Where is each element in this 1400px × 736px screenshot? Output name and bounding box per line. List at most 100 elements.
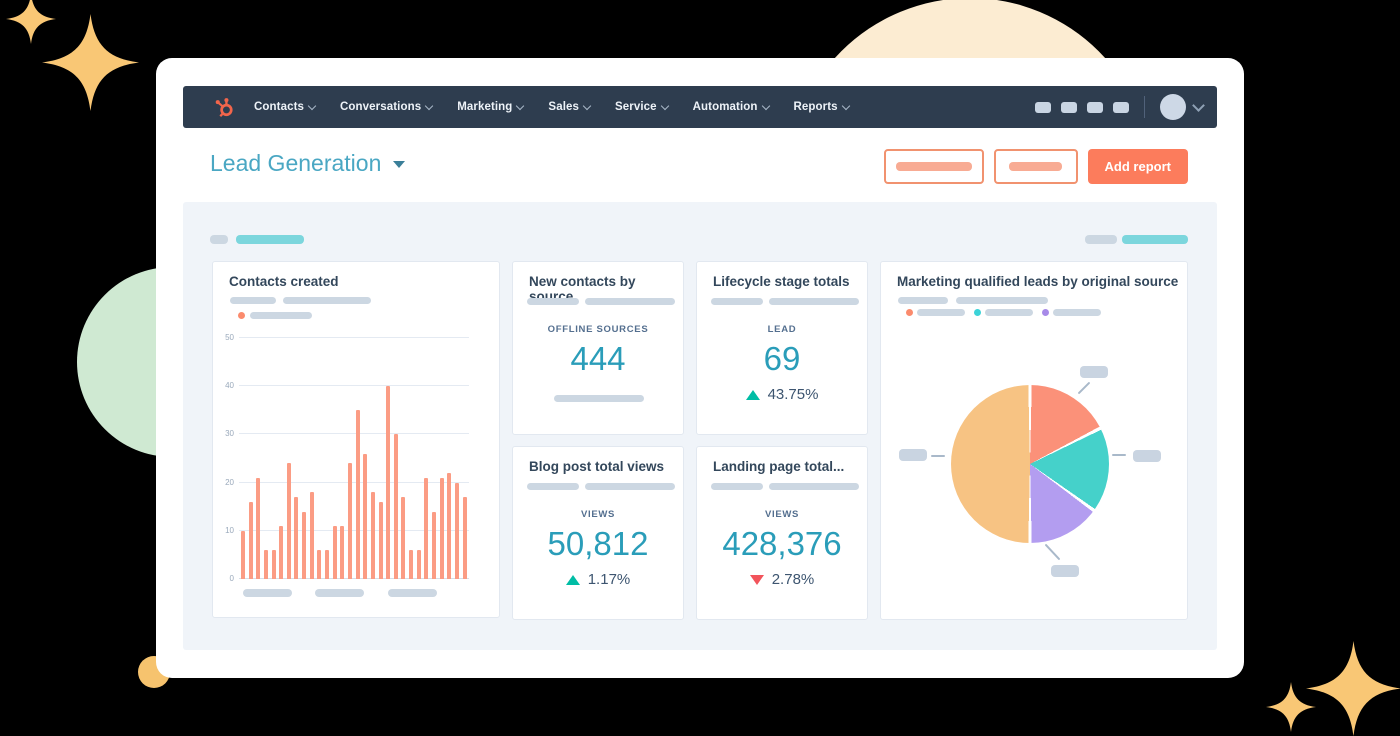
legend-label-placeholder	[985, 309, 1033, 316]
delta: 1.17%	[513, 571, 683, 588]
subtitle-placeholder	[230, 297, 276, 304]
card-mql-pie: Marketing qualified leads by original so…	[880, 261, 1188, 620]
dashboard-panel: Contacts created 0 10 20 30 40 50 New contact…	[183, 202, 1217, 650]
nav-item-automation[interactable]: Automation	[693, 101, 770, 113]
delta-down-icon	[749, 574, 764, 585]
nav-item-sales[interactable]: Sales	[548, 101, 592, 113]
card-landing-views: Landing page total... VIEWS 428,376 2.78…	[696, 446, 868, 620]
bar	[256, 477, 261, 579]
pie-callout-line	[931, 455, 945, 457]
bar	[370, 492, 375, 579]
pie-callout-placeholder	[899, 449, 927, 461]
bar	[286, 463, 291, 579]
bar	[439, 477, 444, 579]
metric-label: VIEWS	[764, 509, 800, 520]
subtitle-placeholder	[956, 297, 1048, 304]
nav-icon-placeholder[interactable]	[1061, 101, 1077, 113]
delta-up-icon	[745, 389, 760, 400]
y-tick-label: 0	[229, 574, 234, 583]
metric-value: 444	[570, 340, 626, 377]
nav-item-reports[interactable]: Reports	[793, 101, 850, 113]
nav-item-label: Reports	[793, 101, 838, 113]
bar	[241, 530, 245, 579]
subtitle-placeholder	[769, 483, 859, 490]
nav-icon-placeholder[interactable]	[1113, 101, 1129, 113]
stage: Contacts Conversations Marketing Sales Servi…	[0, 0, 1400, 736]
avatar[interactable]	[1160, 94, 1186, 120]
nav-item-conversations[interactable]: Conversations	[340, 101, 434, 113]
metric-label: LEAD	[767, 324, 797, 335]
bar	[462, 497, 467, 579]
toolbar-button-placeholder-1[interactable]	[883, 149, 984, 184]
card-title: Lifecycle stage totals	[713, 274, 850, 289]
bar	[340, 525, 345, 579]
filter-placeholder	[210, 235, 228, 244]
pie-callout-placeholder	[1080, 366, 1108, 378]
hubspot-logo-icon[interactable]	[211, 94, 238, 121]
delta-up-icon	[565, 574, 580, 585]
header-buttons: Add report	[883, 149, 1188, 184]
chevron-down-icon	[307, 101, 317, 111]
card-title: Landing page total...	[713, 459, 845, 474]
bar	[378, 501, 383, 579]
bar	[302, 511, 307, 579]
chevron-down-icon	[660, 101, 669, 111]
pie-legend	[906, 309, 1110, 316]
dashboard-title-dropdown[interactable]: Lead Generation	[210, 150, 406, 177]
add-report-button[interactable]: Add report	[1087, 149, 1188, 184]
filter-placeholder	[1122, 235, 1188, 244]
subtitle-placeholder	[711, 298, 763, 305]
chevron-down-icon	[582, 101, 592, 111]
nav-item-label: Contacts	[254, 101, 305, 113]
metric-label: OFFLINE SOURCES	[547, 324, 649, 335]
toolbar-button-placeholder-2[interactable]	[993, 149, 1078, 184]
bar	[271, 550, 276, 579]
page-title: Lead Generation	[210, 150, 382, 176]
x-axis-label-placeholder	[315, 589, 364, 597]
legend-dot	[906, 309, 913, 316]
nav-item-label: Service	[614, 101, 657, 113]
card-lifecycle: Lifecycle stage totals LEAD 69 43.75%	[696, 261, 868, 435]
metric-value: 428,376	[722, 525, 842, 562]
top-nav: Contacts Conversations Marketing Sales Servi…	[183, 86, 1217, 128]
y-tick-label: 50	[225, 333, 234, 342]
subtitle-placeholder	[527, 483, 579, 490]
app-window: Contacts Conversations Marketing Sales Servi…	[156, 58, 1244, 678]
nav-item-service[interactable]: Service	[614, 101, 669, 113]
nav-icon-placeholder[interactable]	[1087, 101, 1103, 113]
metric-value: 50,812	[547, 525, 649, 562]
legend-dot	[974, 309, 981, 316]
nav-icon-placeholder[interactable]	[1035, 101, 1051, 113]
bar	[317, 550, 322, 579]
legend-item	[906, 309, 965, 316]
chevron-down-icon	[516, 101, 525, 111]
subtitle-placeholder	[585, 483, 675, 490]
bar	[409, 550, 414, 579]
bar	[424, 477, 429, 579]
chevron-down-icon	[841, 101, 850, 111]
subtitle-placeholder	[283, 297, 371, 304]
pie-callout-placeholder	[1051, 565, 1079, 577]
nav-item-marketing[interactable]: Marketing	[457, 101, 525, 113]
filter-placeholder	[236, 235, 304, 244]
bar	[279, 525, 284, 579]
bar	[325, 550, 330, 579]
delta: 43.75%	[697, 386, 867, 403]
nav-item-label: Conversations	[340, 101, 422, 113]
y-tick-label: 20	[225, 477, 234, 487]
subtitle-placeholder	[711, 483, 763, 490]
pie-callout-line	[1044, 543, 1061, 561]
metric-label: VIEWS	[580, 509, 616, 520]
legend-label-placeholder	[250, 312, 312, 319]
chevron-down-icon	[761, 101, 770, 111]
bar	[432, 511, 437, 579]
legend-dot	[1042, 309, 1049, 316]
bar-chart: 0 10 20 30 40 50	[225, 333, 469, 583]
y-tick-label: 10	[225, 525, 234, 535]
filter-placeholder	[1085, 235, 1117, 244]
bar	[386, 386, 391, 579]
nav-item-contacts[interactable]: Contacts	[254, 101, 317, 113]
bar	[294, 497, 299, 579]
nav-item-label: Sales	[548, 101, 579, 113]
chevron-down-icon[interactable]	[1192, 99, 1205, 112]
